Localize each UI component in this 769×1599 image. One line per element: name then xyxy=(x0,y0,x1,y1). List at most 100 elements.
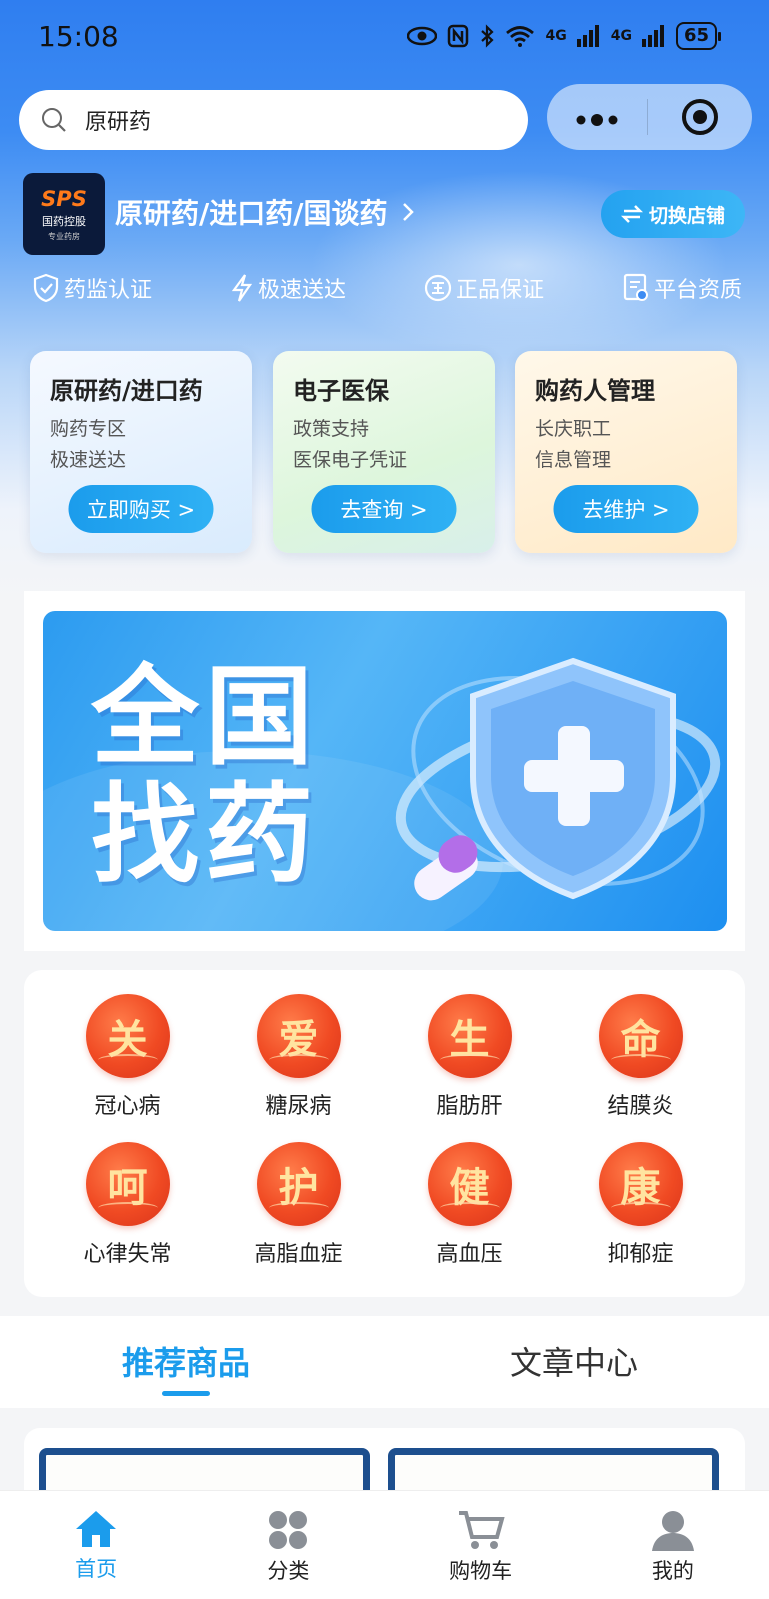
nav-label: 首页 xyxy=(75,1557,118,1581)
more-button[interactable] xyxy=(547,107,647,127)
card-subtitle: 信息管理 xyxy=(535,449,612,471)
eye-icon xyxy=(407,26,438,46)
network-4g-label: 4G xyxy=(545,28,567,44)
certificate-icon xyxy=(623,273,648,301)
signal-icon-2 xyxy=(641,25,664,47)
tab-recommended-products[interactable]: 推荐商品 xyxy=(122,1338,250,1396)
logo-sub-text: 专业药房 xyxy=(48,231,80,241)
disease-label: 高血压 xyxy=(436,1242,503,1267)
nav-label: 购物车 xyxy=(449,1559,513,1583)
disease-label: 抑郁症 xyxy=(607,1242,674,1267)
genuine-badge-icon xyxy=(424,274,452,302)
disease-badge-icon: 康 xyxy=(598,1142,683,1226)
card-title: 原研药/进口药 xyxy=(50,377,203,405)
disease-badge-icon: 呵 xyxy=(85,1142,170,1226)
store-name: 原研药/进口药/国谈药 xyxy=(115,197,388,230)
banner-title-line: 全国 xyxy=(91,655,320,780)
feature-item: 极速送达 xyxy=(230,272,346,304)
disease-label: 结膜炎 xyxy=(607,1094,674,1119)
disease-item-fatty-liver[interactable]: 生 脂肪肝 xyxy=(384,994,555,1120)
disease-badge-icon: 爱 xyxy=(256,994,341,1078)
nav-label: 我的 xyxy=(651,1559,694,1583)
disease-item-arrhythmia[interactable]: 呵 心律失常 xyxy=(42,1142,213,1268)
bluetooth-icon xyxy=(481,24,495,48)
maintain-button[interactable]: 去维护 > xyxy=(553,485,699,533)
disease-label: 心律失常 xyxy=(83,1242,172,1267)
card-subtitle: 医保电子凭证 xyxy=(293,449,408,471)
disease-label: 高脂血症 xyxy=(254,1242,343,1267)
disease-badge-icon: 生 xyxy=(427,994,512,1078)
disease-item-coronary[interactable]: 关 冠心病 xyxy=(42,994,213,1120)
feature-item: 正品保证 xyxy=(424,272,544,304)
store-logo[interactable]: SPS 国药控股 专业药房 xyxy=(23,173,105,255)
wifi-icon xyxy=(506,26,535,47)
swap-icon xyxy=(620,205,643,223)
card-subtitle: 购药专区 xyxy=(50,418,127,440)
lightning-icon xyxy=(231,274,253,302)
close-mini-program-button[interactable] xyxy=(648,97,752,137)
banner-section: 全国 找药 xyxy=(24,591,745,951)
nav-category[interactable]: 分类 xyxy=(192,1491,384,1599)
profile-icon xyxy=(651,1511,694,1551)
store-name-link[interactable]: 原研药/进口药/国谈药 xyxy=(115,192,415,232)
card-title: 购药人管理 xyxy=(535,377,655,405)
status-bar: 15:08 4G 4G 65 xyxy=(0,0,769,72)
card-buyer-management[interactable]: 购药人管理 长庆职工 信息管理 去维护 > xyxy=(515,351,737,553)
query-button[interactable]: 去查询 > xyxy=(311,485,457,533)
find-drugs-banner[interactable]: 全国 找药 xyxy=(43,611,727,931)
logo-cn-text: 国药控股 xyxy=(42,214,86,228)
search-input[interactable]: 原研药 xyxy=(19,90,528,150)
disease-badge-icon: 健 xyxy=(427,1142,512,1226)
disease-item-hypertension[interactable]: 健 高血压 xyxy=(384,1142,555,1268)
disease-item-diabetes[interactable]: 爱 糖尿病 xyxy=(213,994,384,1120)
disease-item-hyperlipidemia[interactable]: 护 高脂血症 xyxy=(213,1142,384,1268)
nav-profile[interactable]: 我的 xyxy=(577,1491,769,1599)
feature-badges: 药监认证 极速送达 正品保证 平台资质 xyxy=(32,272,742,304)
search-query: 原研药 xyxy=(85,110,152,135)
disease-category-panel: 关 冠心病 爱 糖尿病 生 脂肪肝 命 结膜炎 呵 心律失常 护 高脂血症 健 … xyxy=(24,970,745,1297)
switch-store-button[interactable]: 切换店铺 xyxy=(601,190,745,238)
battery-indicator: 65 xyxy=(675,22,722,50)
card-subtitle: 长庆职工 xyxy=(535,418,612,440)
more-dots-icon xyxy=(576,114,618,126)
category-icon xyxy=(269,1511,308,1549)
medical-shield-icon xyxy=(395,657,721,901)
shield-check-icon xyxy=(33,273,59,303)
feature-label: 平台资质 xyxy=(653,278,742,303)
cart-icon xyxy=(458,1511,505,1549)
disease-grid: 关 冠心病 爱 糖尿病 生 脂肪肝 命 结膜炎 呵 心律失常 护 高脂血症 健 … xyxy=(24,994,745,1268)
feature-label: 正品保证 xyxy=(455,278,544,303)
card-subtitle: 极速送达 xyxy=(50,449,127,471)
network-4g-label-2: 4G xyxy=(610,28,632,44)
disease-label: 糖尿病 xyxy=(265,1094,332,1119)
mini-program-capsule xyxy=(547,84,752,150)
disease-label: 脂肪肝 xyxy=(436,1094,503,1119)
disease-label: 冠心病 xyxy=(94,1094,161,1119)
bottom-navigation: 首页 分类 购物车 我的 xyxy=(0,1490,769,1599)
feature-item: 平台资质 xyxy=(622,272,742,304)
card-medical-insurance[interactable]: 电子医保 政策支持 医保电子凭证 去查询 > xyxy=(273,351,495,553)
tab-article-center[interactable]: 文章中心 xyxy=(510,1338,638,1384)
disease-badge-icon: 命 xyxy=(598,994,683,1078)
card-title: 电子医保 xyxy=(293,377,389,405)
chevron-right-icon xyxy=(403,203,415,221)
switch-store-label: 切换店铺 xyxy=(648,204,725,227)
status-icons: 4G 4G 65 xyxy=(407,22,722,50)
target-icon xyxy=(682,99,718,135)
disease-item-conjunctivitis[interactable]: 命 结膜炎 xyxy=(555,994,726,1120)
buy-now-button[interactable]: 立即购买 > xyxy=(68,485,214,533)
feature-label: 药监认证 xyxy=(64,278,153,303)
signal-icon xyxy=(576,25,599,47)
disease-item-depression[interactable]: 康 抑郁症 xyxy=(555,1142,726,1268)
card-subtitle: 政策支持 xyxy=(293,418,370,440)
status-time: 15:08 xyxy=(38,20,119,53)
home-icon xyxy=(76,1511,117,1547)
disease-badge-icon: 关 xyxy=(85,994,170,1078)
content-tabs: 推荐商品 文章中心 xyxy=(0,1316,769,1408)
search-icon xyxy=(42,108,66,132)
card-original-drugs[interactable]: 原研药/进口药 购药专区 极速送达 立即购买 > xyxy=(30,351,252,553)
nfc-icon xyxy=(448,24,469,48)
nav-cart[interactable]: 购物车 xyxy=(385,1491,577,1599)
nav-home[interactable]: 首页 xyxy=(0,1491,192,1599)
disease-badge-icon: 护 xyxy=(256,1142,341,1226)
